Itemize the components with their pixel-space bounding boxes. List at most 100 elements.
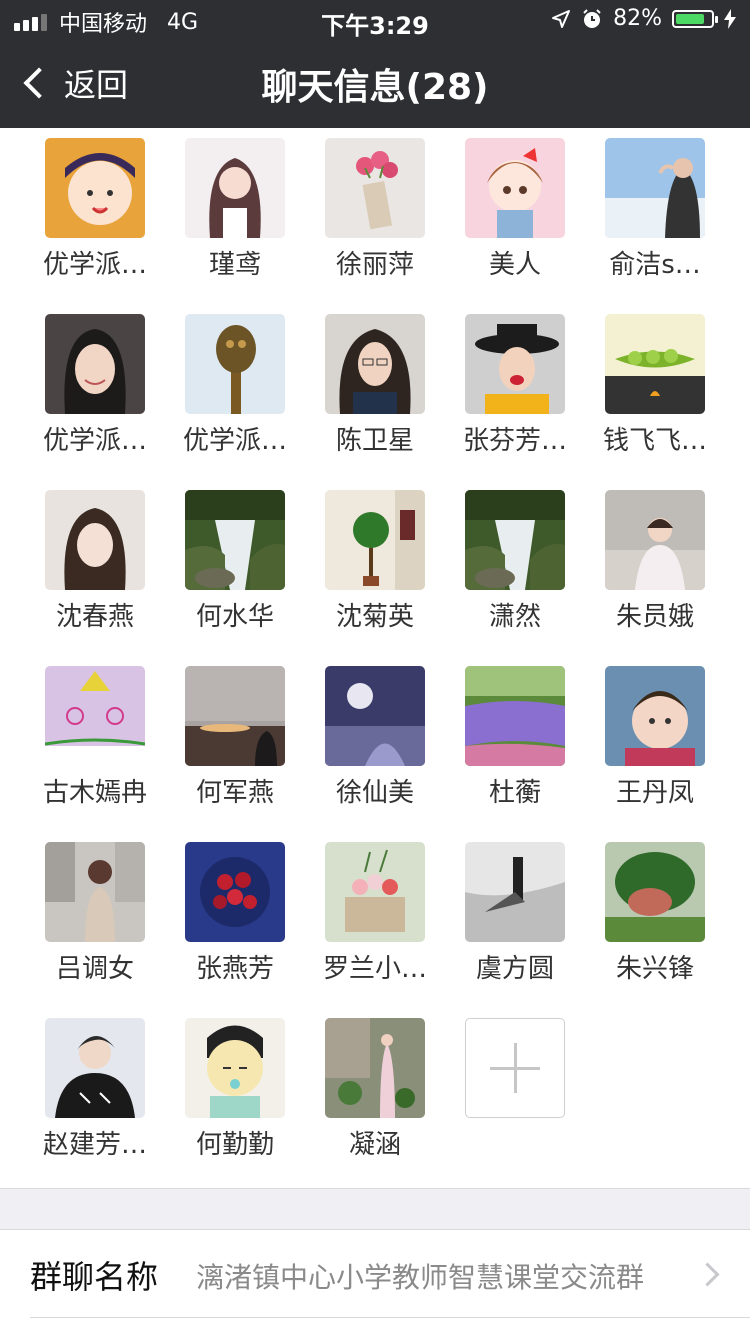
section-divider (0, 1188, 750, 1230)
member-item[interactable]: 美人 (445, 128, 585, 288)
avatar (185, 490, 285, 590)
avatar (45, 842, 145, 942)
member-item[interactable]: 古木嫣冉 (25, 656, 165, 816)
member-name: 何勤勤 (195, 1130, 274, 1160)
member-name: 何军燕 (195, 778, 274, 808)
avatar (325, 138, 425, 238)
page-title: 聊天信息(28) (261, 67, 489, 108)
top-bar: 中国移动 4G 下午3:29 82% 返回 聊天信息(28) (0, 0, 750, 128)
member-item[interactable]: 陈卫星 (305, 304, 445, 464)
member-name: 沈菊英 (335, 602, 414, 632)
member-item[interactable]: 凝涵 (305, 1008, 445, 1168)
avatar (45, 1018, 145, 1118)
member-item[interactable]: 何水华 (165, 480, 305, 640)
member-item[interactable]: 张芬芳… (445, 304, 585, 464)
member-item[interactable]: 罗兰小… (305, 832, 445, 992)
battery-fill (676, 13, 704, 24)
avatar (185, 314, 285, 414)
member-item[interactable]: 沈春燕 (25, 480, 165, 640)
plus-icon (465, 1018, 565, 1118)
member-name: 王丹凤 (615, 778, 694, 808)
avatar (605, 490, 705, 590)
member-name: 何水华 (195, 602, 274, 632)
member-item[interactable]: 瑾鸢 (165, 128, 305, 288)
status-bar: 中国移动 4G 下午3:29 82% (0, 0, 750, 40)
avatar (325, 842, 425, 942)
member-item[interactable]: 吕调女 (25, 832, 165, 992)
group-name-value: 漓渚镇中心小学教师智慧课堂交流群 (196, 1261, 645, 1294)
chevron-right-icon (695, 1262, 720, 1287)
member-name: 张芬芳… (462, 426, 567, 456)
avatar (325, 314, 425, 414)
member-name: 虞方圆 (475, 954, 554, 984)
member-item[interactable]: 何勤勤 (165, 1008, 305, 1168)
avatar (45, 138, 145, 238)
nav-bar: 返回 聊天信息(28) (0, 50, 750, 120)
add-member-button[interactable] (445, 1008, 585, 1168)
avatar (465, 490, 565, 590)
member-name: 瑾鸢 (208, 250, 261, 280)
member-name: 罗兰小… (322, 954, 427, 984)
member-name: 徐仙美 (335, 778, 414, 808)
avatar (45, 490, 145, 590)
member-name: 吕调女 (55, 954, 134, 984)
member-item[interactable]: 优学派… (25, 304, 165, 464)
status-right: 82% (551, 6, 736, 31)
member-item[interactable]: 沈菊英 (305, 480, 445, 640)
member-item[interactable]: 俞洁s… (585, 128, 725, 288)
location-icon (552, 9, 571, 28)
member-name: 徐丽萍 (335, 250, 414, 280)
avatar (605, 666, 705, 766)
member-name: 美人 (488, 250, 541, 280)
member-name: 赵建芳… (42, 1130, 147, 1160)
group-name-row[interactable]: 群聊名称 漓渚镇中心小学教师智慧课堂交流群 (0, 1230, 750, 1318)
avatar (465, 138, 565, 238)
alarm-icon (583, 8, 601, 28)
member-item[interactable]: 杜蘅 (445, 656, 585, 816)
avatar (45, 666, 145, 766)
group-name-label: 群聊名称 (30, 1258, 159, 1296)
member-item[interactable]: 张燕芳 (165, 832, 305, 992)
member-name: 俞洁s… (609, 250, 701, 280)
member-name: 朱兴锋 (615, 954, 694, 984)
charging-icon (724, 8, 736, 29)
avatar (605, 842, 705, 942)
member-item[interactable]: 钱飞飞… (585, 304, 725, 464)
avatar (465, 842, 565, 942)
avatar (325, 666, 425, 766)
member-item[interactable]: 赵建芳… (25, 1008, 165, 1168)
avatar (325, 1018, 425, 1118)
member-item[interactable]: 徐仙美 (305, 656, 445, 816)
avatar (465, 666, 565, 766)
member-item[interactable]: 优学派… (25, 128, 165, 288)
avatar (45, 314, 145, 414)
member-item[interactable]: 王丹凤 (585, 656, 725, 816)
member-item[interactable]: 何军燕 (165, 656, 305, 816)
avatar (185, 1018, 285, 1118)
member-name: 凝涵 (348, 1130, 401, 1160)
member-name: 沈春燕 (55, 602, 134, 632)
avatar (605, 138, 705, 238)
member-item[interactable]: 优学派… (165, 304, 305, 464)
battery-percent: 82% (613, 6, 662, 31)
member-item[interactable]: 徐丽萍 (305, 128, 445, 288)
avatar (325, 490, 425, 590)
battery-icon (672, 9, 718, 28)
member-item[interactable]: 朱员娥 (585, 480, 725, 640)
member-name: 潇然 (488, 602, 541, 632)
avatar (185, 666, 285, 766)
member-item[interactable]: 虞方圆 (445, 832, 585, 992)
member-name: 优学派… (42, 426, 147, 456)
avatar (185, 138, 285, 238)
member-name: 钱飞飞… (602, 426, 707, 456)
avatar (185, 842, 285, 942)
member-grid: 优学派… 瑾鸢 徐丽萍 美人 俞洁s… 优学派… 优学派… 陈卫星 张芬芳… 钱飞飞… 沈春燕 何水华… (0, 128, 750, 1188)
member-name: 杜蘅 (488, 778, 541, 808)
member-name: 优学派… (182, 426, 287, 456)
avatar (465, 314, 565, 414)
member-item[interactable]: 朱兴锋 (585, 832, 725, 992)
member-name: 陈卫星 (335, 426, 414, 456)
row-divider (30, 1317, 750, 1318)
member-name: 朱员娥 (615, 602, 694, 632)
member-item[interactable]: 潇然 (445, 480, 585, 640)
